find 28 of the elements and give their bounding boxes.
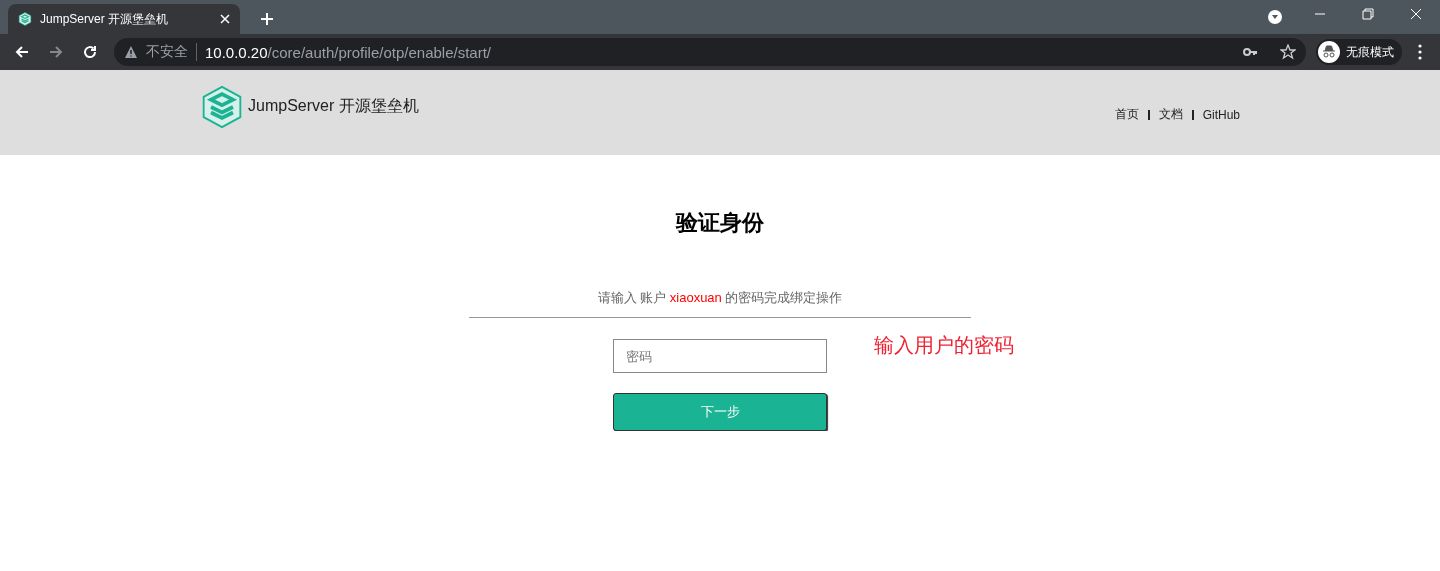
menu-icon[interactable] [1418, 44, 1422, 60]
close-icon[interactable] [1410, 8, 1422, 20]
warning-icon [124, 45, 138, 59]
nav-link[interactable]: 文档 [1158, 106, 1183, 123]
forward-icon[interactable] [48, 44, 64, 60]
restore-icon[interactable] [1362, 8, 1374, 20]
password-field[interactable]: 密码 [613, 339, 827, 373]
dropdown-icon[interactable] [1268, 10, 1282, 24]
incognito-profile-button[interactable]: 无痕模式 [1316, 39, 1402, 65]
brand-name: JumpServer 开源堡垒机 [248, 96, 419, 116]
annotation-text: 输入用户的密码 [874, 333, 1015, 358]
browser-tab[interactable]: JumpServer 开源堡垒机 [8, 4, 240, 34]
close-icon[interactable] [220, 14, 230, 24]
tab-title: JumpServer 开源堡垒机 [40, 10, 170, 28]
reload-icon[interactable] [82, 44, 98, 60]
incognito-icon [1318, 41, 1340, 63]
back-icon[interactable] [14, 44, 30, 60]
nav-link[interactable]: 首页 [1114, 106, 1139, 123]
page-title: 验证身份 [676, 209, 764, 237]
new-tab-icon[interactable] [260, 12, 274, 26]
star-icon[interactable] [1280, 44, 1296, 60]
url-text: 10.0.0.20/core/auth/profile/otp/enable/start/ [205, 43, 493, 61]
instruction-text: 请输入 账户 xiaoxuan 的密码完成绑定操作 [469, 289, 971, 318]
logo-icon [200, 84, 244, 129]
logo-icon [18, 12, 32, 26]
security-label: 不安全 [146, 43, 197, 61]
nav-link[interactable]: GitHub [1202, 107, 1240, 122]
address-bar[interactable]: 不安全 10.0.0.20/core/auth/profile/otp/enable/start/ [114, 38, 1306, 66]
